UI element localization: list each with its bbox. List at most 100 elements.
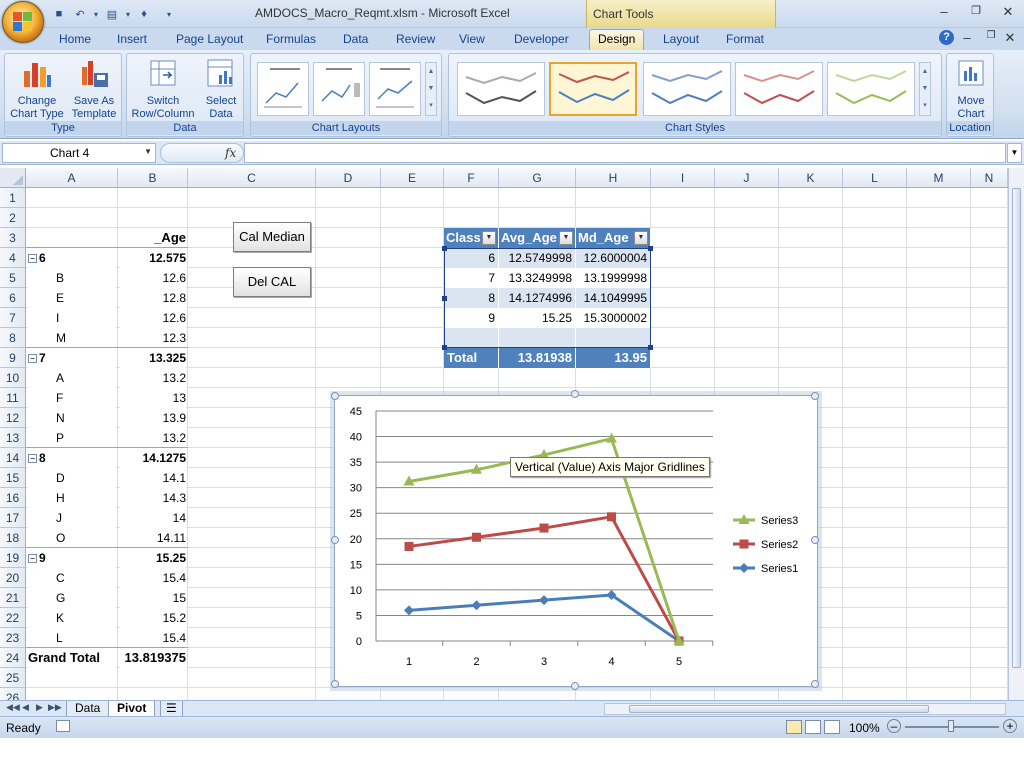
last-sheet-icon[interactable]: ▶▶ — [48, 702, 62, 713]
cal-median-button[interactable]: Cal Median — [233, 222, 311, 252]
chart-resize-handle[interactable] — [331, 536, 339, 544]
page-break-view-icon[interactable] — [824, 720, 840, 734]
filter-dropdown-icon[interactable]: ▼ — [482, 231, 496, 245]
y-tick-label[interactable]: 15 — [350, 559, 362, 571]
chart-resize-handle[interactable] — [571, 390, 579, 398]
grand-total-value[interactable]: 13.819375 — [120, 648, 186, 668]
column-header-h[interactable]: H — [576, 168, 651, 188]
insert-function-icon[interactable]: fx — [225, 146, 236, 160]
pivot-group-value[interactable]: 15.25 — [120, 548, 186, 568]
row-header-8[interactable]: 8 — [0, 328, 26, 348]
row-header-19[interactable]: 19 — [0, 548, 26, 568]
x-tick-label[interactable]: 1 — [406, 656, 412, 668]
chart-resize-handle[interactable] — [811, 680, 819, 688]
tab-formulas[interactable]: Formulas — [266, 32, 316, 46]
column-header-f[interactable]: F — [444, 168, 499, 188]
style-thumb-5[interactable] — [827, 62, 915, 116]
line-chart[interactable]: 0 5 10 15 20 25 30 35 40 45 1 2 3 4 5 Series3 Series2 Ser… — [330, 390, 822, 691]
y-tick-label[interactable]: 0 — [356, 636, 362, 648]
insert-sheet-icon[interactable]: ☰ — [160, 701, 183, 717]
pivot-item-value[interactable]: 15.4 — [120, 628, 186, 648]
formula-expand-icon[interactable]: ▼ — [1007, 143, 1022, 163]
pivot-item-value[interactable]: 14.3 — [120, 488, 186, 508]
tab-insert[interactable]: Insert — [117, 32, 147, 46]
row-header-25[interactable]: 25 — [0, 668, 26, 688]
table-total-value[interactable]: 13.81938 — [499, 348, 576, 368]
table-header-avg-age[interactable]: Avg_Age ▼ — [499, 228, 576, 248]
ribbon-close-icon[interactable]: ✕ — [1001, 30, 1019, 46]
next-sheet-icon[interactable]: ▶ — [36, 702, 43, 713]
y-tick-label[interactable]: 35 — [350, 457, 362, 469]
row-header-17[interactable]: 17 — [0, 508, 26, 528]
save-as-template-button[interactable]: Save As Template — [67, 57, 121, 121]
pivot-item-value[interactable]: 12.6 — [120, 308, 186, 328]
chart-resize-handle[interactable] — [811, 392, 819, 400]
pivot-item-label[interactable]: K — [28, 608, 116, 628]
tab-layout[interactable]: Layout — [663, 32, 699, 46]
row-header-18[interactable]: 18 — [0, 528, 26, 548]
series-point-series2[interactable] — [472, 532, 481, 542]
chart-resize-handle[interactable] — [331, 392, 339, 400]
column-header-d[interactable]: D — [316, 168, 381, 188]
pivot-item-label[interactable]: P — [28, 428, 116, 448]
ribbon-minimize-icon[interactable]: – — [958, 30, 976, 45]
pivot-item-label[interactable]: H — [28, 488, 116, 508]
undo-icon[interactable]: ↶ — [71, 5, 89, 23]
row-header-10[interactable]: 10 — [0, 368, 26, 388]
name-box-dropdown-icon[interactable]: ▼ — [144, 147, 152, 156]
formula-input[interactable] — [244, 143, 1006, 163]
save-icon[interactable]: ■ — [50, 5, 68, 23]
series-point-series1[interactable] — [539, 595, 549, 606]
tab-home[interactable]: Home — [59, 32, 91, 46]
pivot-header-age[interactable]: _Age — [120, 228, 186, 248]
legend-label-series2[interactable]: Series2 — [761, 539, 798, 551]
del-cal-button[interactable]: Del CAL — [233, 267, 311, 297]
horizontal-scrollbar[interactable] — [604, 703, 1006, 715]
pivot-group-value[interactable]: 14.1275 — [120, 448, 186, 468]
x-tick-label[interactable]: 5 — [676, 656, 682, 668]
pivot-item-label[interactable]: E — [28, 288, 116, 308]
tab-page-layout[interactable]: Page Layout — [176, 32, 243, 46]
table-total-label[interactable]: Total — [444, 348, 499, 368]
pivot-item-label[interactable]: M — [28, 328, 116, 348]
row-header-23[interactable]: 23 — [0, 628, 26, 648]
pivot-group-value[interactable]: 13.325 — [120, 348, 186, 368]
pivot-item-value[interactable]: 15 — [120, 588, 186, 608]
pivot-item-value[interactable]: 13.2 — [120, 428, 186, 448]
column-header-n[interactable]: N — [971, 168, 1008, 188]
row-header-12[interactable]: 12 — [0, 408, 26, 428]
legend-label-series1[interactable]: Series1 — [761, 563, 798, 575]
pivot-item-value[interactable]: 12.3 — [120, 328, 186, 348]
styles-scroll[interactable]: ▲ ▼ ▾ — [919, 62, 931, 116]
pivot-item-value[interactable]: 15.4 — [120, 568, 186, 588]
pivot-item-value[interactable]: 13.9 — [120, 408, 186, 428]
tab-design[interactable]: Design — [589, 29, 645, 51]
series-line-series2[interactable] — [408, 515, 681, 642]
tab-data[interactable]: Data — [343, 32, 368, 46]
form-dropdown-icon[interactable]: ▾ — [124, 5, 132, 23]
series-point-series3[interactable] — [606, 432, 617, 443]
grand-total-label[interactable]: Grand Total — [28, 648, 116, 668]
select-data-button[interactable]: Select Data — [199, 57, 243, 121]
row-header-6[interactable]: 6 — [0, 288, 26, 308]
column-header-g[interactable]: G — [499, 168, 576, 188]
table-header-class[interactable]: Class ▼ — [444, 228, 499, 248]
chart-resize-handle[interactable] — [571, 682, 579, 690]
pivot-group-value[interactable]: 12.575 — [120, 248, 186, 268]
row-header-13[interactable]: 13 — [0, 428, 26, 448]
pivot-group-label[interactable]: −9 — [28, 548, 116, 568]
column-header-i[interactable]: I — [651, 168, 715, 188]
table-total-value[interactable]: 13.95 — [576, 348, 651, 368]
range-handle[interactable] — [648, 246, 653, 251]
y-tick-label[interactable]: 5 — [356, 610, 362, 622]
series-point-series2[interactable] — [404, 541, 414, 551]
row-header-2[interactable]: 2 — [0, 208, 26, 228]
y-tick-label[interactable]: 20 — [350, 534, 362, 546]
series-point-series2[interactable] — [539, 523, 549, 533]
pivot-item-label[interactable]: C — [28, 568, 116, 588]
column-header-a[interactable]: A — [26, 168, 118, 188]
row-header-26[interactable]: 26 — [0, 688, 26, 700]
select-all-corner[interactable] — [0, 168, 26, 188]
column-header-m[interactable]: M — [907, 168, 971, 188]
change-chart-type-button[interactable]: Change Chart Type — [8, 57, 66, 121]
